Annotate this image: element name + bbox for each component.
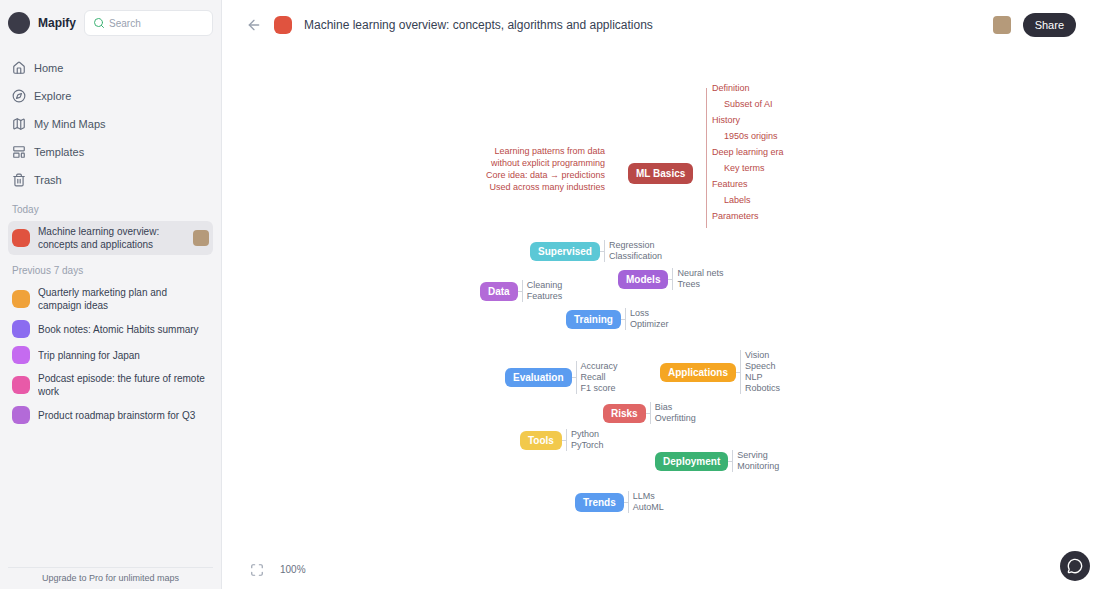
root-details: DefinitionSubset of AIHistory1950s origi…	[712, 80, 784, 224]
nav-item[interactable]: Explore	[8, 82, 213, 110]
branch-node[interactable]: Supervised	[530, 242, 600, 261]
user-avatar-icon[interactable]	[993, 16, 1011, 34]
branch: RisksBiasOverfitting	[603, 402, 696, 424]
branch-children: LossOptimizer	[625, 308, 669, 330]
history-item[interactable]: Product roadmap brainstorm for Q3	[8, 402, 213, 428]
root-notes: Learning patterns from datawithout expli…	[420, 145, 605, 193]
branch-children: PythonPyTorch	[566, 429, 604, 451]
main: Machine learning overview: concepts, alg…	[222, 0, 1100, 589]
nav-icon	[12, 61, 26, 75]
nav-item[interactable]: Templates	[8, 138, 213, 166]
nav-item[interactable]: Home	[8, 54, 213, 82]
branch-node[interactable]: Data	[480, 282, 518, 301]
nav-icon	[12, 145, 26, 159]
history-item[interactable]: Machine learning overview: concepts and …	[8, 221, 213, 255]
map-icon	[12, 290, 30, 308]
map-icon	[12, 376, 30, 394]
nav-item[interactable]: Trash	[8, 166, 213, 194]
branch-node[interactable]: Tools	[520, 431, 562, 450]
chat-icon	[1067, 558, 1083, 574]
nav-icon	[12, 89, 26, 103]
history-item[interactable]: Podcast episode: the future of remote wo…	[8, 368, 213, 402]
branch-children: RegressionClassification	[604, 240, 662, 262]
sidebar: Mapify Search HomeExploreMy Mind MapsTempl…	[0, 0, 222, 589]
branch-children: BiasOverfitting	[650, 402, 696, 424]
branch: DataCleaningFeatures	[480, 280, 562, 302]
branch-node[interactable]: Risks	[603, 404, 646, 423]
map-icon	[12, 346, 30, 364]
branch-node[interactable]: Training	[566, 310, 621, 329]
branch-children: CleaningFeatures	[522, 280, 563, 302]
root-node[interactable]: ML Basics	[628, 163, 693, 184]
branch: TrendsLLMsAutoML	[575, 491, 664, 513]
zoom-controls: 100%	[250, 562, 306, 577]
search-icon	[93, 17, 105, 29]
header: Machine learning overview: concepts, alg…	[222, 0, 1100, 50]
logo-icon	[8, 12, 30, 34]
history-section: Previous 7 days Quarterly marketing plan …	[8, 263, 213, 428]
branch-children: Neural netsTrees	[672, 268, 723, 290]
branch-node[interactable]: Deployment	[655, 452, 728, 471]
nav-icon	[12, 173, 26, 187]
branch-children: LLMsAutoML	[628, 491, 664, 513]
branch: ApplicationsVisionSpeechNLPRobotics	[660, 350, 780, 394]
nav-icon	[12, 117, 26, 131]
search-field[interactable]: Search	[84, 10, 213, 36]
nav: HomeExploreMy Mind MapsTemplatesTrash	[8, 54, 213, 194]
doc-icon	[274, 16, 292, 34]
search-placeholder: Search	[109, 16, 141, 31]
doc-title: Machine learning overview: concepts, alg…	[304, 16, 981, 34]
share-button[interactable]: Share	[1023, 13, 1076, 37]
canvas[interactable]: Learning patterns from datawithout expli…	[222, 50, 1100, 589]
map-icon	[12, 229, 30, 247]
back-icon[interactable]	[246, 17, 262, 33]
fit-icon[interactable]	[250, 563, 264, 577]
branch: TrainingLossOptimizer	[566, 308, 668, 330]
section-label: Today	[8, 202, 213, 217]
branch-node[interactable]: Applications	[660, 363, 736, 382]
map-icon	[12, 406, 30, 424]
history-item[interactable]: Quarterly marketing plan and campaign id…	[8, 282, 213, 316]
branch: EvaluationAccuracyRecallF1 score	[505, 361, 618, 394]
branch-node[interactable]: Trends	[575, 493, 624, 512]
zoom-level[interactable]: 100%	[280, 562, 306, 577]
branch-children: VisionSpeechNLPRobotics	[740, 350, 780, 394]
avatar-icon	[193, 230, 209, 246]
branch-children: AccuracyRecallF1 score	[576, 361, 618, 394]
app: Mapify Search HomeExploreMy Mind MapsTempl…	[0, 0, 1100, 589]
branch: DeploymentServingMonitoring	[655, 450, 779, 472]
branch-children: ServingMonitoring	[732, 450, 779, 472]
branch: ToolsPythonPyTorch	[520, 429, 603, 451]
branch-node[interactable]: Evaluation	[505, 368, 572, 387]
app-name: Mapify	[38, 14, 76, 32]
branch: ModelsNeural netsTrees	[618, 268, 723, 290]
sidebar-footer[interactable]: Upgrade to Pro for unlimited maps	[8, 567, 213, 589]
history-item[interactable]: Book notes: Atomic Habits summary	[8, 316, 213, 342]
nav-item[interactable]: My Mind Maps	[8, 110, 213, 138]
branch-node[interactable]: Models	[618, 270, 668, 289]
section-label: Previous 7 days	[8, 263, 213, 278]
history-section: Today Machine learning overview: concepts…	[8, 202, 213, 255]
branch: SupervisedRegressionClassification	[530, 240, 662, 262]
history-item[interactable]: Trip planning for Japan	[8, 342, 213, 368]
map-icon	[12, 320, 30, 338]
root-connector	[706, 88, 707, 228]
chat-button[interactable]	[1060, 551, 1090, 581]
sidebar-top: Mapify Search	[8, 8, 213, 38]
